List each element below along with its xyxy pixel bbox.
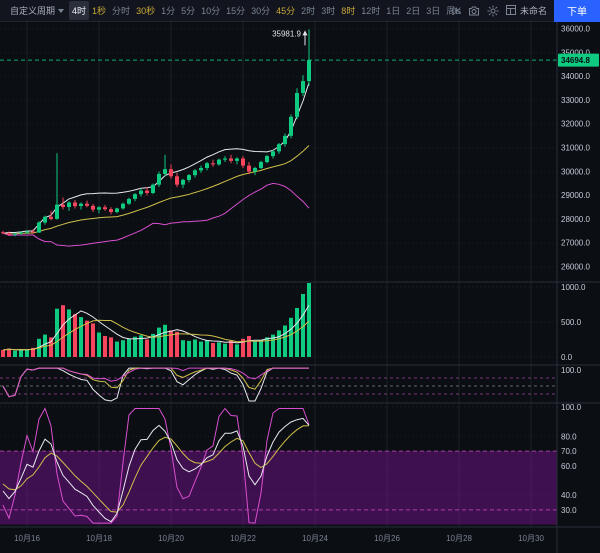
price-axis[interactable] <box>557 22 600 553</box>
chevron-down-icon <box>58 9 64 13</box>
period-2h-button[interactable]: 2时 <box>298 1 318 20</box>
settings-gear-icon[interactable] <box>487 5 499 17</box>
period-tick-button[interactable]: 分时 <box>109 1 133 20</box>
oscillator-panel[interactable] <box>0 365 557 403</box>
period-1s-button[interactable]: 1秒 <box>89 1 109 20</box>
toolbar-right-group: 0s 未命名 下单 <box>451 0 600 22</box>
period-1min-button[interactable]: 1分 <box>158 1 178 20</box>
period-2d-button[interactable]: 2日 <box>403 1 423 20</box>
candle-countdown: 0s <box>451 6 461 16</box>
period-3h-button[interactable]: 3时 <box>318 1 338 20</box>
period-30s-button[interactable]: 30秒 <box>133 1 158 20</box>
place-order-button[interactable]: 下单 <box>554 0 600 22</box>
period-1d-button[interactable]: 1日 <box>383 1 403 20</box>
period-45min-button[interactable]: 45分 <box>273 1 298 20</box>
period-30min-button[interactable]: 30分 <box>248 1 273 20</box>
period-10min-button[interactable]: 10分 <box>198 1 223 20</box>
period-buttons: 4时1秒分时30秒1分5分10分15分30分45分2时3时8时12时1日2日3日… <box>69 1 464 20</box>
screenshot-camera-icon[interactable] <box>468 5 480 17</box>
period-selector-group: 自定义周期 4时1秒分时30秒1分5分10分15分30分45分2时3时8时12时… <box>6 1 451 20</box>
main-price-panel[interactable] <box>0 22 557 282</box>
period-15min-button[interactable]: 15分 <box>223 1 248 20</box>
period-4h-button[interactable]: 4时 <box>69 1 89 20</box>
period-3d-button[interactable]: 3日 <box>423 1 443 20</box>
period-8h-button[interactable]: 8时 <box>338 1 358 20</box>
period-5min-button[interactable]: 5分 <box>178 1 198 20</box>
chart-toolbar: 自定义周期 4时1秒分时30秒1分5分10分15分30分45分2时3时8时12时… <box>0 0 600 22</box>
template-layout-icon <box>506 5 516 17</box>
volume-panel[interactable] <box>0 282 557 365</box>
period-12h-button[interactable]: 12时 <box>358 1 383 20</box>
time-axis[interactable] <box>0 527 557 553</box>
template-selector[interactable]: 未命名 <box>506 4 547 17</box>
trading-chart-app: 自定义周期 4时1秒分时30秒1分5分10分15分30分45分2时3时8时12时… <box>0 0 600 553</box>
custom-period-dropdown[interactable]: 自定义周期 <box>6 4 68 17</box>
template-name-label: 未命名 <box>520 4 547 17</box>
chart-canvas[interactable]: 10月1610月1810月2010月2210月2410月2610月2810月30… <box>0 0 600 553</box>
custom-period-label: 自定义周期 <box>10 4 55 17</box>
kdj-panel[interactable] <box>0 403 557 527</box>
